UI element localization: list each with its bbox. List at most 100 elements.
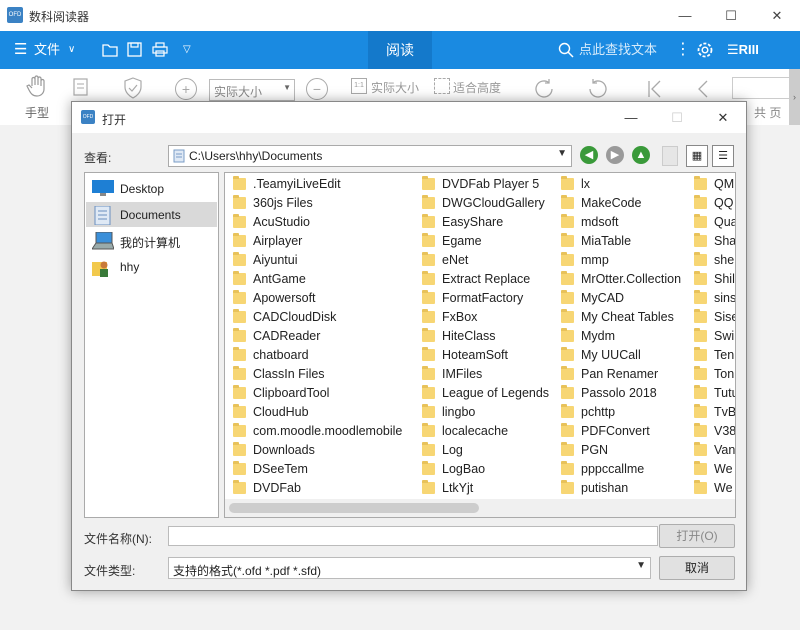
tab-read[interactable]: 阅读 — [368, 31, 432, 69]
file-list-item[interactable]: com.moodle.moodlemobile — [227, 422, 417, 441]
hamburger-icon[interactable]: ☰ — [14, 31, 27, 69]
cancel-button[interactable]: 取消 — [659, 556, 735, 580]
file-list-item[interactable]: DVDFab — [227, 479, 417, 498]
zoom-in-icon[interactable]: + — [175, 78, 197, 100]
file-list-item[interactable]: AntGame — [227, 270, 417, 289]
file-list-item[interactable]: 360js Files — [227, 194, 417, 213]
print-icon[interactable] — [152, 31, 168, 69]
file-list-item[interactable]: pppccallme — [555, 460, 695, 479]
filename-input[interactable] — [168, 526, 658, 546]
file-list-item[interactable]: We — [688, 479, 735, 498]
file-list-item[interactable]: she — [688, 251, 735, 270]
file-list-item[interactable]: DSeeTem — [227, 460, 417, 479]
file-list-item[interactable]: eNet — [416, 251, 556, 270]
file-list-item[interactable]: DVDFab Player 5 — [416, 175, 556, 194]
file-list-item[interactable]: chatboard — [227, 346, 417, 365]
file-list-item[interactable]: Ton — [688, 365, 735, 384]
file-list-item[interactable]: localecache — [416, 422, 556, 441]
place-desktop[interactable]: Desktop — [86, 176, 217, 201]
file-list-item[interactable]: Tutu — [688, 384, 735, 403]
file-list-item[interactable]: LtkYjt — [416, 479, 556, 498]
scrollbar-thumb[interactable] — [229, 503, 479, 513]
file-list-item[interactable]: Ten — [688, 346, 735, 365]
previous-page-icon[interactable] — [695, 79, 709, 102]
file-list-item[interactable]: MiaTable — [555, 232, 695, 251]
more-dropdown-icon[interactable]: ▽ — [183, 31, 191, 69]
file-list-item[interactable]: IMFiles — [416, 365, 556, 384]
fit-height-button[interactable]: 适合高度 — [453, 79, 501, 96]
first-page-icon[interactable] — [646, 79, 664, 102]
file-list-item[interactable]: CADCloudDisk — [227, 308, 417, 327]
file-list-item[interactable]: League of Legends — [416, 384, 556, 403]
actual-size-button[interactable]: 实际大小 — [371, 79, 419, 96]
shield-icon[interactable] — [122, 77, 144, 102]
file-list-item[interactable]: My UUCall — [555, 346, 695, 365]
rotate-right-icon[interactable] — [532, 77, 556, 104]
file-list-item[interactable]: Qua — [688, 213, 735, 232]
file-list-item[interactable]: HoteamSoft — [416, 346, 556, 365]
file-list-item[interactable]: lingbo — [416, 403, 556, 422]
zoom-select[interactable]: 实际大小 ▼ — [209, 79, 295, 101]
file-list-item[interactable]: DWGCloudGallery — [416, 194, 556, 213]
place-my-computer[interactable]: 我的计算机 — [86, 228, 217, 253]
file-list-item[interactable]: CloudHub — [227, 403, 417, 422]
file-list-item[interactable]: Aiyuntui — [227, 251, 417, 270]
gear-icon[interactable] — [696, 31, 714, 69]
file-list-item[interactable]: CADReader — [227, 327, 417, 346]
place-user-hhy[interactable]: hhy — [86, 254, 217, 279]
file-list-item[interactable]: Extract Replace — [416, 270, 556, 289]
search-icon[interactable] — [558, 31, 574, 69]
more-vertical-icon[interactable]: ⋮ — [675, 31, 691, 69]
file-list-item[interactable]: We — [688, 460, 735, 479]
folder-open-icon[interactable] — [102, 31, 118, 69]
file-list-item[interactable]: HiteClass — [416, 327, 556, 346]
hand-tool-icon[interactable] — [26, 75, 48, 100]
file-list-item[interactable]: .TeamyiLiveEdit — [227, 175, 417, 194]
close-button[interactable]: ✕ — [754, 0, 800, 31]
file-list-item[interactable]: mdsoft — [555, 213, 695, 232]
file-list-item[interactable]: TvB — [688, 403, 735, 422]
file-list-item[interactable]: lx — [555, 175, 695, 194]
dialog-minimize-button[interactable]: — — [608, 102, 654, 133]
file-list-item[interactable]: Apowersoft — [227, 289, 417, 308]
file-list-item[interactable]: PGN — [555, 441, 695, 460]
detail-view-icon[interactable]: ☰ — [712, 145, 734, 167]
actual-size-icon[interactable]: 1:1 — [351, 78, 367, 94]
file-list-item[interactable]: Van — [688, 441, 735, 460]
file-list-item[interactable]: mmp — [555, 251, 695, 270]
file-list-item[interactable]: Log — [416, 441, 556, 460]
rotate-left-icon[interactable] — [586, 77, 610, 104]
file-list-item[interactable]: QM — [688, 175, 735, 194]
zoom-out-icon[interactable]: − — [306, 78, 328, 100]
file-list-item[interactable]: MakeCode — [555, 194, 695, 213]
toolbar-scroll-right-icon[interactable]: › — [789, 69, 800, 125]
file-list-item[interactable]: V38 — [688, 422, 735, 441]
open-button[interactable]: 打开(O) — [659, 524, 735, 548]
file-list-item[interactable]: QQ — [688, 194, 735, 213]
file-list-item[interactable]: Sise — [688, 308, 735, 327]
dialog-close-button[interactable]: ✕ — [700, 102, 746, 133]
file-list-item[interactable]: pchttp — [555, 403, 695, 422]
page-number-input[interactable] — [732, 77, 792, 99]
file-list-item[interactable]: Airplayer — [227, 232, 417, 251]
file-list-item[interactable]: FxBox — [416, 308, 556, 327]
minimize-button[interactable]: — — [662, 0, 708, 31]
file-list-item[interactable]: My Cheat Tables — [555, 308, 695, 327]
save-icon[interactable] — [127, 31, 142, 69]
file-list-item[interactable]: MrOtter.Collection — [555, 270, 695, 289]
file-list-item[interactable]: Shil — [688, 270, 735, 289]
back-arrow-icon[interactable]: ◀ — [580, 146, 598, 164]
place-documents[interactable]: Documents — [86, 202, 217, 227]
file-list-item[interactable]: putishan — [555, 479, 695, 498]
forward-arrow-icon[interactable]: ▶ — [606, 146, 624, 164]
file-list-item[interactable]: Sha — [688, 232, 735, 251]
file-list-item[interactable]: FormatFactory — [416, 289, 556, 308]
file-list-item[interactable]: sins — [688, 289, 735, 308]
look-in-select[interactable]: C:\Users\hhy\Documents ▼ — [168, 145, 572, 167]
file-list-item[interactable]: Passolo 2018 — [555, 384, 695, 403]
edit-icon[interactable] — [72, 77, 92, 100]
fit-height-icon[interactable] — [434, 78, 450, 94]
file-list-item[interactable]: ClipboardTool — [227, 384, 417, 403]
file-menu[interactable]: 文件 — [34, 31, 60, 69]
horizontal-scrollbar[interactable] — [225, 499, 735, 517]
